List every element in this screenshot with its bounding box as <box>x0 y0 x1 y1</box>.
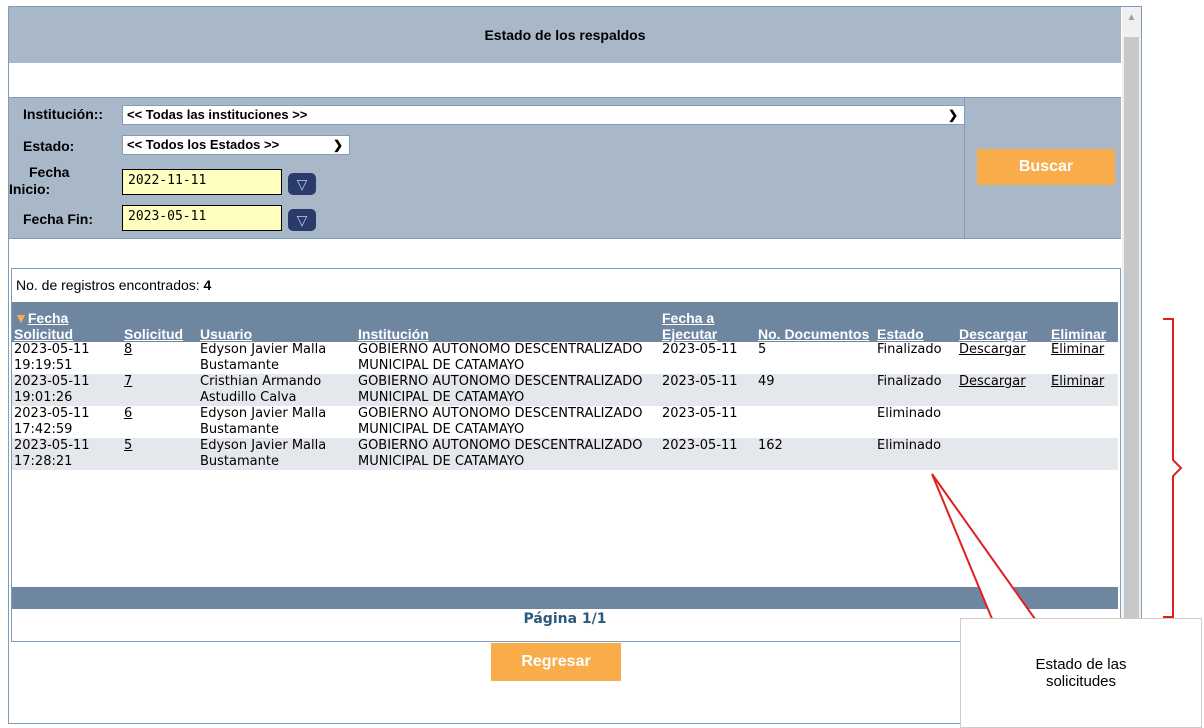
callout-box: Estado de las solicitudes <box>960 618 1202 728</box>
callout-line-2: solicitudes <box>1045 673 1117 690</box>
callout-text: Estado de las solicitudes <box>1036 656 1127 690</box>
callout-line-1: Estado de las <box>1035 656 1127 673</box>
